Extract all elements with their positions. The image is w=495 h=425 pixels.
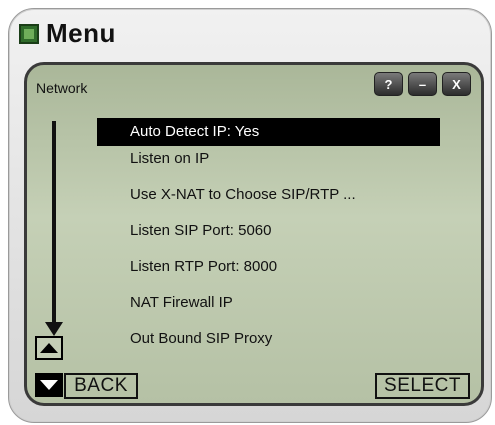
scroll-up-icon (40, 343, 58, 353)
scroll-down-button[interactable] (35, 373, 63, 397)
scroll-indicator-arrow (45, 322, 63, 336)
menu-item-use-xnat[interactable]: Use X-NAT to Choose SIP/RTP ... (97, 182, 440, 218)
menu-item-listen-sip-port[interactable]: Listen SIP Port: 5060 (97, 218, 440, 254)
menu-item-listen-rtp-port[interactable]: Listen RTP Port: 8000 (97, 254, 440, 290)
select-button[interactable]: SELECT (375, 373, 470, 399)
scroll-up-button[interactable] (35, 336, 63, 360)
back-button[interactable]: BACK (64, 373, 138, 399)
menu-item-auto-detect-ip[interactable]: Auto Detect IP: Yes (97, 118, 440, 146)
window-title-bar: Menu (19, 18, 116, 49)
help-button[interactable]: ? (374, 72, 403, 96)
menu-list: Auto Detect IP: Yes Listen on IP Use X-N… (97, 118, 440, 362)
section-title: Network (36, 80, 88, 96)
menu-item-nat-firewall-ip[interactable]: NAT Firewall IP (97, 290, 440, 326)
app-icon (19, 23, 39, 44)
menu-item-outbound-sip-proxy[interactable]: Out Bound SIP Proxy (97, 326, 440, 362)
window-title: Menu (46, 18, 116, 48)
menu-item-listen-on-ip[interactable]: Listen on IP (97, 146, 440, 182)
scroll-down-icon (40, 380, 58, 390)
minimize-button[interactable]: – (408, 72, 437, 96)
scroll-indicator-line (52, 121, 56, 325)
window-controls: ? – X (374, 72, 471, 96)
close-button[interactable]: X (442, 72, 471, 96)
